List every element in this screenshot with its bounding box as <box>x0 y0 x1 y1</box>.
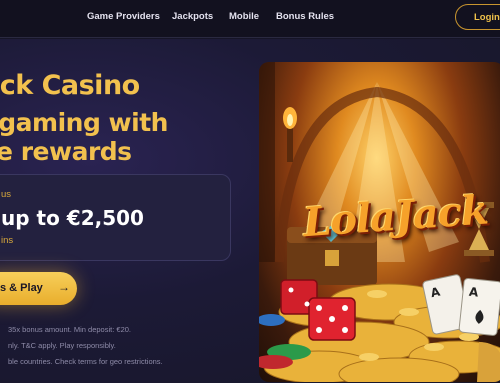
top-nav: Game Providers Jackpots Mobile Bonus Rul… <box>0 0 500 38</box>
offer-subtext: ins <box>1 235 14 246</box>
hero-artwork: A A LolaJack <box>259 62 500 382</box>
fine-print-line: nly. T&C apply. Play responsibly. <box>8 341 116 350</box>
hero-subtitle-line-1: l gaming with <box>0 108 168 137</box>
cta-label: s & Play <box>0 282 43 294</box>
arrow-right-icon: → <box>58 280 70 294</box>
nav-item-bonus-rules[interactable]: Bonus Rules <box>276 11 334 22</box>
fine-print-line: ble countries. Check terms for geo restr… <box>8 357 163 366</box>
hero-subtitle-line-2: ze rewards <box>0 137 132 166</box>
login-button[interactable]: Login <box>455 4 500 30</box>
offer-headline: up to €2,500 <box>1 206 144 230</box>
offer-kicker: us <box>1 189 12 200</box>
nav-item-mobile[interactable]: Mobile <box>229 11 259 22</box>
claim-and-play-button[interactable]: s & Play → <box>0 272 77 305</box>
nav-item-game-providers[interactable]: Game Providers <box>87 11 160 22</box>
bonus-offer-card: us up to €2,500 ins <box>0 174 231 261</box>
fine-print-line: 35x bonus amount. Min deposit: €20. <box>8 325 131 334</box>
nav-item-jackpots[interactable]: Jackpots <box>172 11 213 22</box>
hero-title: ack Casino <box>0 70 140 101</box>
